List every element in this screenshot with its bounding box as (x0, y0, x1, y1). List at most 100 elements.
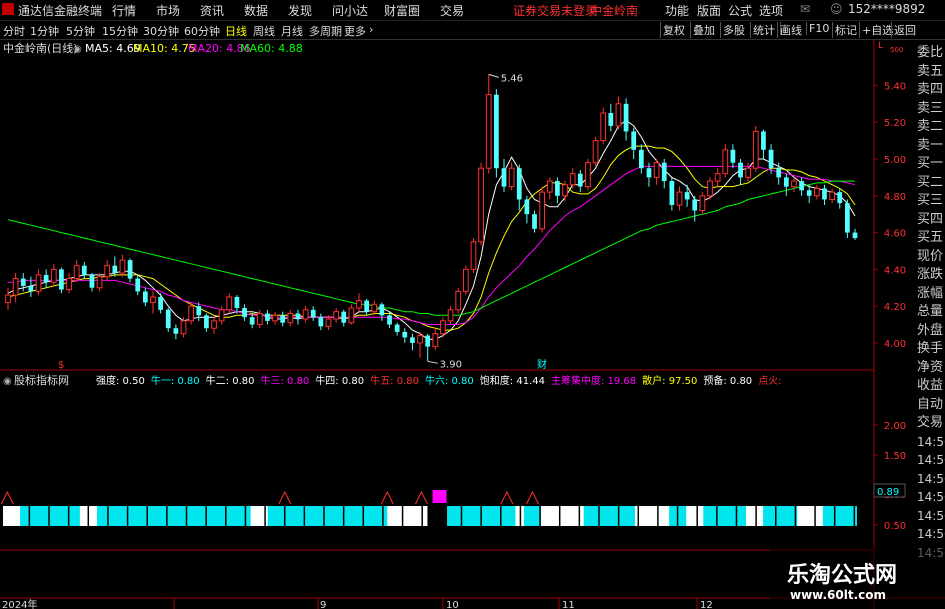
draw-line-button[interactable]: 画线 (777, 22, 804, 38)
band-stripe (775, 506, 777, 526)
quote-label-net-assets[interactable]: 净资 (917, 359, 945, 378)
quote-label-ask2[interactable]: 卖二 (917, 118, 945, 137)
f10-button[interactable]: F10 (806, 22, 831, 35)
candle-body-down (173, 328, 179, 334)
period-tab-more[interactable]: 更多 (344, 23, 366, 39)
candle-body-down (59, 269, 64, 290)
band-stripe (500, 506, 502, 526)
quote-label-price[interactable]: 现价 (917, 248, 945, 267)
menu-item-quotes[interactable]: 行情 (112, 2, 136, 19)
menu-item-data[interactable]: 数据 (244, 2, 268, 19)
signal-triangle (380, 490, 394, 505)
band-stripe (67, 506, 70, 526)
candle-body-up (440, 320, 446, 335)
quote-label-weibi[interactable]: 委比 (917, 44, 945, 63)
menu-item-formula[interactable]: 公式 (728, 2, 752, 19)
menu-item-options[interactable]: 选项 (759, 2, 783, 19)
user-phone[interactable]: 152****9892 (848, 2, 925, 16)
period-tab-5min[interactable]: 5分钟 (66, 23, 95, 39)
period-tab-30min[interactable]: 30分钟 (143, 23, 179, 39)
candle-body-up (333, 311, 339, 320)
period-tab-intraday[interactable]: 分时 (3, 23, 25, 39)
band-stripe (382, 506, 384, 526)
candle-body-down (249, 317, 255, 325)
overlay-button[interactable]: 叠加 (690, 22, 717, 38)
candle-body-down (379, 304, 385, 316)
quote-label-volume[interactable]: 总量 (917, 303, 945, 322)
candle-body-up (707, 180, 713, 197)
period-tab-1min[interactable]: 1分钟 (30, 23, 59, 39)
quote-label-change[interactable]: 涨跌 (917, 266, 945, 285)
menu-item-wenxiaoda[interactable]: 问小达 (332, 2, 368, 19)
candle-body-up (104, 265, 111, 278)
quote-label-ask5[interactable]: 卖五 (917, 63, 945, 82)
quote-label-ask1[interactable]: 卖一 (917, 137, 945, 156)
candle-body-down (799, 181, 804, 191)
chevron-right-icon[interactable]: › (369, 23, 373, 36)
period-tab-60min[interactable]: 60分钟 (184, 23, 220, 39)
indicator-tick-label: 2.00 (884, 421, 906, 432)
quote-label-ask3[interactable]: 卖三 (917, 100, 945, 119)
user-icon[interactable]: ☺ (830, 2, 843, 16)
trade-login-notice[interactable]: 证券交易未登录 (513, 2, 597, 19)
indicator-values: 强度: 0.50 牛一: 0.80 牛二: 0.80 牛三: 0.80 牛四: 0.80… (96, 374, 782, 387)
band-stripe (637, 506, 640, 526)
candle-body-down (165, 309, 171, 329)
menu-item-wealth-circle[interactable]: 财富圈 (384, 2, 420, 19)
candle-body-down (608, 113, 614, 126)
band-stripe (676, 506, 679, 526)
back-button[interactable]: 返回 (891, 22, 918, 38)
quote-label-outer[interactable]: 外盘 (917, 322, 945, 341)
period-tab-monthly[interactable]: 月线 (281, 23, 303, 39)
candle-body-up (745, 167, 752, 178)
quote-label-bid4[interactable]: 买四 (917, 211, 945, 230)
statistics-button[interactable]: 统计 (750, 22, 777, 38)
menu-item-functions[interactable]: 功能 (665, 2, 689, 19)
candle-body-down (646, 168, 652, 178)
add-favorite-button[interactable]: +自选 (859, 22, 895, 38)
auto-trade-label-2[interactable]: 交易 (917, 414, 945, 433)
quote-label-bid5[interactable]: 买五 (917, 229, 945, 248)
period-tab-weekly[interactable]: 周线 (253, 23, 275, 39)
menu-item-market[interactable]: 市场 (156, 2, 180, 19)
settings-icon[interactable]: ◉ (73, 44, 82, 55)
candle-body-up (226, 296, 233, 311)
candle-body-down (158, 296, 163, 310)
quote-label-bid3[interactable]: 买三 (917, 192, 945, 211)
quote-label-bid2[interactable]: 买二 (917, 174, 945, 193)
quote-label-ask4[interactable]: 卖四 (917, 81, 945, 100)
period-tab-daily[interactable]: 日线 (225, 23, 247, 39)
time-label-sep: 9 (320, 600, 326, 609)
multi-stock-button[interactable]: 多股 (720, 22, 747, 38)
candle-body-up (714, 173, 721, 182)
period-tab-multi[interactable]: 多周期 (309, 23, 342, 39)
quote-label-bid1[interactable]: 买一 (917, 155, 945, 174)
band-stripe (755, 506, 757, 526)
candle-body-up (485, 94, 492, 169)
band-stripe (264, 506, 266, 526)
mail-icon[interactable]: ✉ (800, 2, 810, 16)
tick-time: 14:56 (917, 435, 945, 449)
menu-item-news[interactable]: 资讯 (200, 2, 224, 19)
period-tab-15min[interactable]: 15分钟 (102, 23, 138, 39)
menu-item-discover[interactable]: 发现 (288, 2, 312, 19)
mark-button[interactable]: 标记 (832, 22, 859, 38)
menu-item-layout[interactable]: 版面 (697, 2, 721, 19)
candle-body-up (35, 274, 42, 292)
band-stripe (205, 506, 207, 526)
quote-label-earnings[interactable]: 收益 (917, 377, 945, 396)
candle-body-down (135, 278, 141, 292)
quote-label-change-pct[interactable]: 涨幅 (917, 285, 945, 304)
indicator-settings-icon[interactable]: ◉ (3, 376, 12, 387)
chart-area[interactable]: 中金岭南(日线) ◉ MA5: 4.69 MA10: 4.75 MA20: 4.… (0, 40, 945, 609)
candlesticks (5, 73, 858, 364)
menu-item-trade[interactable]: 交易 (440, 2, 464, 19)
quote-label-turnover[interactable]: 换手 (917, 340, 945, 359)
candle-body-down (425, 335, 431, 347)
restore-rights-button[interactable]: 复权 (660, 22, 687, 38)
band-stripe (323, 506, 325, 526)
signal-marker-s: $ (58, 360, 64, 371)
auto-trade-label[interactable]: 自动 (917, 396, 945, 415)
candle-body-up (50, 268, 57, 283)
candle-body-down (516, 168, 522, 200)
